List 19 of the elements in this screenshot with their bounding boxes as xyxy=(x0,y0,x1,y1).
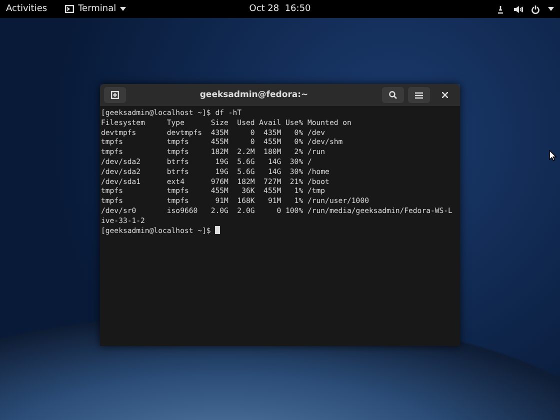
window-title: geeksadmin@fedora:~ xyxy=(198,90,310,100)
menu-button[interactable] xyxy=(408,87,430,103)
clock[interactable]: Oct 28 16:50 xyxy=(249,4,311,14)
close-icon xyxy=(442,92,448,98)
network-icon[interactable] xyxy=(496,4,506,14)
new-tab-button[interactable] xyxy=(104,87,126,103)
search-icon xyxy=(389,91,397,99)
text-cursor xyxy=(215,226,220,234)
search-button[interactable] xyxy=(382,87,404,103)
terminal-icon xyxy=(65,5,74,13)
app-menu[interactable]: Terminal xyxy=(65,4,126,14)
volume-icon[interactable] xyxy=(513,4,524,14)
caret-icon xyxy=(120,7,126,11)
mouse-pointer-icon xyxy=(549,150,557,161)
caret-icon[interactable] xyxy=(548,7,554,11)
power-icon[interactable] xyxy=(531,4,540,14)
plus-icon xyxy=(111,91,119,99)
menu-icon xyxy=(415,92,423,98)
activities-button[interactable]: Activities xyxy=(6,4,48,14)
